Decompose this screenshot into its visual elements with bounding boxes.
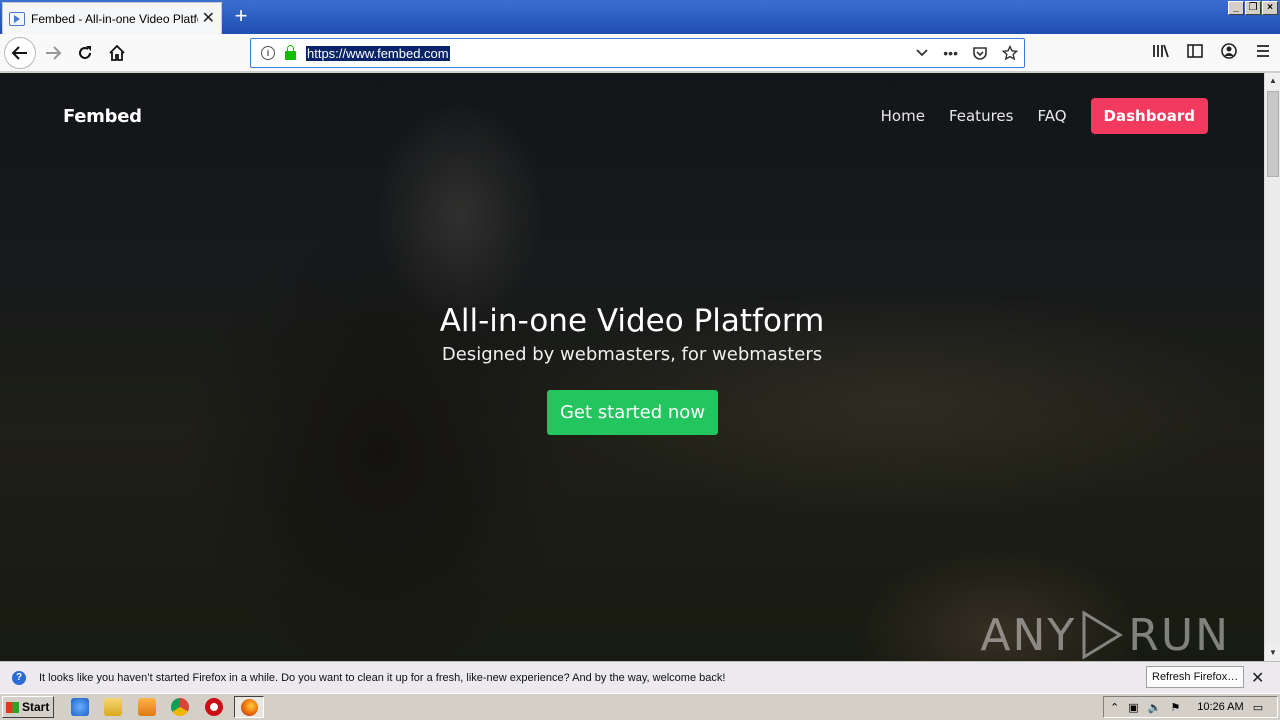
nav-link-home[interactable]: Home: [881, 107, 925, 125]
active-tab[interactable]: Fembed - All-in-one Video Platform ✕: [2, 2, 222, 34]
more-actions-icon[interactable]: •••: [943, 45, 958, 61]
media-player-icon[interactable]: [138, 698, 156, 716]
info-icon[interactable]: i: [261, 46, 275, 60]
minimize-button[interactable]: _: [1228, 1, 1244, 15]
flag-icon[interactable]: ⚑: [1170, 701, 1180, 714]
page-scrollbar[interactable]: ▲ ▼: [1264, 73, 1280, 661]
anyrun-watermark: ANY RUN: [980, 609, 1230, 661]
hero-title: All-in-one Video Platform: [439, 303, 825, 339]
opera-icon[interactable]: [205, 698, 223, 716]
back-arrow-icon: [11, 46, 27, 60]
watermark-right-text: RUN: [1128, 609, 1230, 661]
start-label: Start: [22, 700, 50, 714]
url-actions: •••: [915, 45, 1018, 61]
watermark-left-text: ANY: [980, 609, 1077, 661]
tab-title: Fembed - All-in-one Video Platform: [31, 11, 198, 26]
notification-message: It looks like you haven’t started Firefo…: [39, 671, 726, 684]
menu-icon[interactable]: [1254, 43, 1272, 59]
library-icon[interactable]: [1152, 43, 1170, 59]
back-button[interactable]: [4, 37, 36, 69]
play-logo-icon: [1082, 610, 1124, 660]
internet-explorer-icon[interactable]: [71, 698, 89, 716]
forward-button[interactable]: [38, 38, 68, 68]
volume-icon[interactable]: 🔈: [1148, 701, 1162, 714]
lock-icon: [285, 44, 296, 60]
tab-strip: Fembed - All-in-one Video Platform ✕ + _…: [0, 0, 1280, 34]
sidebar-icon[interactable]: [1186, 43, 1204, 59]
system-tray: ⌃ ▣ 🔈 ⚑ 10:26 AM ▭: [1103, 696, 1278, 718]
account-icon[interactable]: [1220, 42, 1238, 60]
question-icon: ?: [12, 670, 26, 685]
folder-icon[interactable]: [104, 698, 122, 716]
windows-logo-icon: [6, 701, 19, 713]
firefox-taskbar-button[interactable]: [234, 696, 264, 718]
taskbar: Start ⌃ ▣ 🔈 ⚑ 10:26 AM ▭: [0, 693, 1280, 720]
scroll-down-icon[interactable]: ▼: [1265, 645, 1280, 661]
new-tab-button[interactable]: +: [228, 3, 254, 29]
web-page: Fembed Home Features FAQ Dashboard All-i…: [0, 73, 1264, 661]
pocket-icon[interactable]: [972, 45, 988, 61]
toolbar-right: [1152, 42, 1272, 60]
firefox-icon: [240, 698, 258, 716]
tab-close-icon[interactable]: ✕: [202, 10, 215, 27]
bookmark-star-icon[interactable]: [1002, 45, 1018, 61]
site-nav: Home Features FAQ Dashboard: [857, 98, 1208, 134]
url-bar[interactable]: i https://www.fembed.com •••: [250, 38, 1025, 68]
forward-arrow-icon: [46, 46, 62, 60]
hero-subtitle: Designed by webmasters, for webmasters: [441, 344, 823, 365]
hero-background-image: [0, 73, 1264, 661]
notification-close-icon[interactable]: ✕: [1251, 668, 1264, 688]
get-started-button[interactable]: Get started now: [547, 390, 718, 435]
url-text[interactable]: https://www.fembed.com: [306, 45, 450, 61]
restore-button[interactable]: ❐: [1245, 1, 1261, 15]
video-favicon-icon: [9, 11, 25, 26]
show-desktop-icon[interactable]: ▭: [1253, 701, 1263, 714]
chevron-down-icon[interactable]: [915, 46, 929, 60]
refresh-notification-bar: ? It looks like you haven’t started Fire…: [0, 661, 1280, 693]
home-button[interactable]: [102, 38, 132, 68]
site-logo[interactable]: Fembed: [63, 106, 142, 127]
scroll-thumb[interactable]: [1267, 91, 1279, 177]
network-icon[interactable]: ▣: [1128, 701, 1138, 714]
nav-link-features[interactable]: Features: [949, 107, 1014, 125]
home-icon: [109, 44, 125, 61]
nav-link-faq[interactable]: FAQ: [1037, 107, 1066, 125]
navigation-toolbar: i https://www.fembed.com •••: [0, 34, 1280, 72]
start-button[interactable]: Start: [2, 696, 54, 718]
reload-button[interactable]: [70, 38, 100, 68]
scroll-up-icon[interactable]: ▲: [1265, 73, 1280, 89]
tray-expand-icon[interactable]: ⌃: [1110, 701, 1119, 714]
dashboard-button[interactable]: Dashboard: [1090, 98, 1208, 134]
window-controls: _ ❐ ×: [1228, 1, 1278, 15]
refresh-firefox-button[interactable]: Refresh Firefox…: [1146, 666, 1245, 688]
close-window-button[interactable]: ×: [1262, 1, 1278, 15]
reload-icon: [79, 46, 91, 59]
clock[interactable]: 10:26 AM: [1197, 701, 1243, 713]
chrome-icon[interactable]: [171, 698, 189, 716]
